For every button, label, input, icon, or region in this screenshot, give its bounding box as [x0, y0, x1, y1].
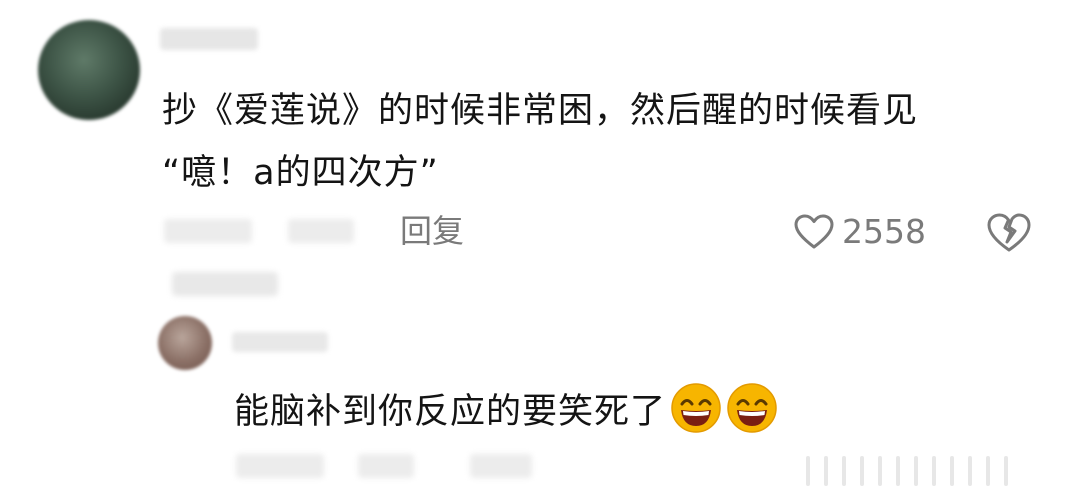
broken-heart-icon[interactable] — [986, 212, 1032, 254]
reply-button[interactable]: 回复 — [400, 211, 464, 251]
grinning-face-emoji — [671, 383, 721, 433]
reply-body: 能脑补到你反应的要笑死了 — [234, 380, 778, 436]
comment-line: “噫！a的四次方” — [162, 153, 439, 193]
replier-username-blurred[interactable] — [232, 332, 328, 352]
comment-location-blurred — [288, 219, 354, 243]
commenter-username-blurred[interactable] — [160, 28, 258, 50]
expand-replies-blurred[interactable] — [172, 272, 278, 296]
reply-text: 能脑补到你反应的要笑死了 — [234, 391, 667, 432]
like-count: 2558 — [842, 212, 926, 251]
replier-avatar[interactable] — [158, 316, 212, 370]
reply-action-blurred — [470, 454, 532, 478]
commenter-avatar[interactable] — [38, 20, 140, 120]
grinning-face-emoji — [727, 383, 777, 433]
faded-toolbar-blurred — [806, 452, 1058, 486]
comment-body: 抄《爱莲说》的时候非常困，然后醒的时候看见 “噫！a的四次方” — [162, 80, 1042, 204]
reply-location-blurred — [358, 454, 414, 478]
comment-thread: 抄《爱莲说》的时候非常困，然后醒的时候看见 “噫！a的四次方” 回复 2558 … — [0, 0, 1080, 495]
comment-line: 抄《爱莲说》的时候非常困，然后醒的时候看见 — [162, 91, 919, 131]
heart-outline-icon — [794, 214, 834, 249]
like-button[interactable]: 2558 — [794, 210, 926, 254]
reply-date-blurred — [236, 454, 324, 478]
comment-date-blurred — [164, 219, 252, 243]
comment-meta-row: 回复 2558 — [0, 205, 1080, 257]
